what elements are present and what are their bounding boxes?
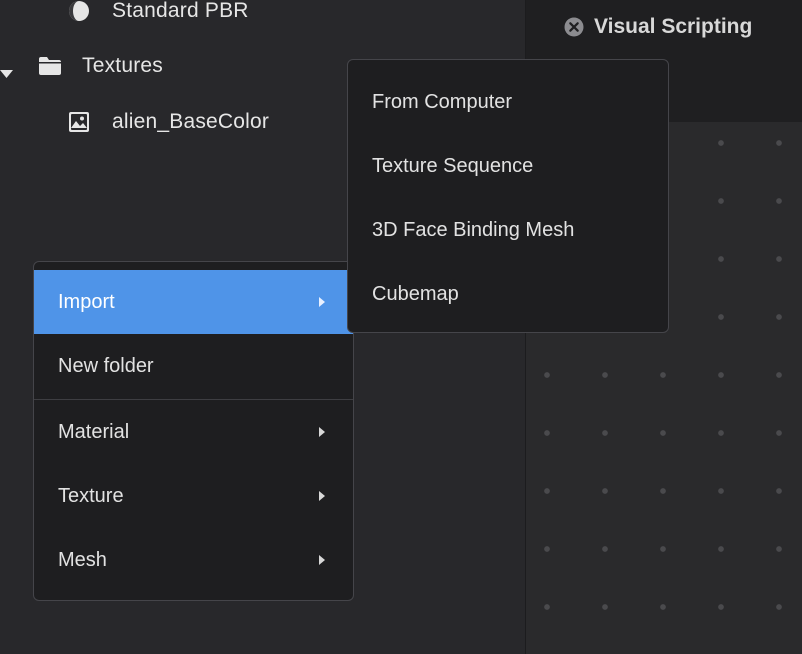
image-icon — [68, 111, 90, 133]
context-menu: Import New folder Material Texture Mesh — [33, 261, 354, 601]
submenu-item-label: Texture Sequence — [372, 154, 534, 177]
submenu-item-cubemap[interactable]: Cubemap — [348, 262, 668, 326]
folder-icon — [38, 56, 62, 76]
menu-item-texture[interactable]: Texture — [34, 464, 353, 528]
caret-down-icon[interactable] — [0, 61, 14, 78]
submenu-arrow-icon — [319, 427, 325, 437]
submenu-arrow-icon — [319, 555, 325, 565]
submenu-item-3d-face-binding-mesh[interactable]: 3D Face Binding Mesh — [348, 198, 668, 262]
submenu-item-label: From Computer — [372, 90, 513, 113]
submenu-item-from-computer[interactable]: From Computer — [348, 70, 668, 134]
menu-item-import[interactable]: Import — [34, 270, 353, 334]
visual-scripting-title: Visual Scripting — [594, 15, 753, 38]
tree-item-label: Textures — [82, 54, 163, 77]
menu-item-label: Material — [58, 420, 130, 443]
tree-item-alien-basecolor[interactable]: alien_BaseColor — [68, 109, 269, 135]
submenu-item-label: Cubemap — [372, 282, 459, 305]
tree-item-standard-pbr[interactable]: Standard PBR — [68, 0, 249, 24]
material-sphere-icon — [68, 0, 90, 22]
submenu-arrow-icon — [319, 491, 325, 501]
menu-item-label: Texture — [58, 484, 124, 507]
submenu-item-label: 3D Face Binding Mesh — [372, 218, 575, 241]
tree-item-label: alien_BaseColor — [112, 110, 270, 133]
menu-item-new-folder[interactable]: New folder — [34, 334, 353, 398]
visual-scripting-tab[interactable]: Visual Scripting — [564, 12, 752, 42]
menu-item-label: Import — [58, 290, 115, 313]
submenu-arrow-icon — [319, 297, 325, 307]
menu-item-material[interactable]: Material — [34, 400, 353, 464]
menu-item-label: New folder — [58, 354, 154, 377]
tree-item-textures[interactable]: Textures — [0, 53, 163, 79]
tree-item-label: Standard PBR — [112, 0, 249, 22]
menu-item-label: Mesh — [58, 548, 107, 571]
app-root: Standard PBR Textures alien_BaseColor Vi… — [0, 0, 802, 654]
import-submenu: From Computer Texture Sequence 3D Face B… — [347, 59, 669, 333]
close-circle-icon[interactable] — [564, 17, 584, 37]
submenu-item-texture-sequence[interactable]: Texture Sequence — [348, 134, 668, 198]
menu-item-mesh[interactable]: Mesh — [34, 528, 353, 592]
